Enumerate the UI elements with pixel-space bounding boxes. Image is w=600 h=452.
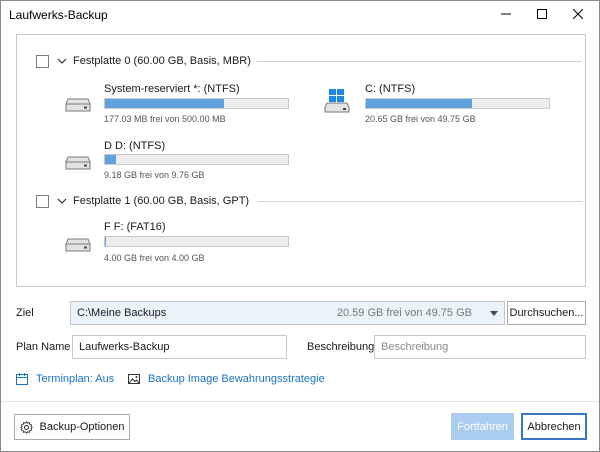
browse-button[interactable]: Durchsuchen...: [507, 301, 586, 325]
chevron-down-icon[interactable]: [57, 56, 67, 66]
partition-name: C: (NTFS): [365, 83, 416, 95]
plan-name-value: Laufwerks-Backup: [79, 341, 170, 353]
description-input[interactable]: Beschreibung: [374, 335, 586, 359]
partition-name: F F: (FAT16): [104, 221, 166, 233]
calendar-icon: [16, 373, 28, 385]
minimize-button[interactable]: [487, 1, 525, 27]
schedule-link[interactable]: Terminplan: Aus: [16, 373, 114, 385]
partition-usage-bar: [365, 98, 550, 109]
target-select[interactable]: C:\Meine Backups 20.59 GB frei von 49.75…: [70, 301, 505, 325]
disk-0-title: Festplatte 0 (60.00 GB, Basis, MBR): [73, 55, 251, 67]
title-bar: Laufwerks-Backup: [1, 1, 599, 28]
disk-0-divider: [257, 61, 582, 62]
partition-usage-bar: [104, 236, 289, 247]
disk-0-header: Festplatte 0 (60.00 GB, Basis, MBR): [36, 53, 251, 69]
partition-name: System-reserviert *: (NTFS): [104, 83, 240, 95]
minimize-icon: [501, 13, 511, 15]
partition-free-space: 20.65 GB frei von 49.75 GB: [365, 114, 476, 124]
disk-1-divider: [257, 201, 582, 202]
continue-button[interactable]: Fortfahren: [451, 413, 514, 440]
target-free-space: 20.59 GB frei von 49.75 GB: [336, 307, 472, 319]
drive-icon: [65, 238, 91, 252]
partition-usage-fill: [366, 99, 473, 108]
partition-usage-bar: [104, 98, 289, 109]
windows-drive-icon: [324, 89, 350, 113]
image-icon: [128, 374, 140, 384]
disk-1-header: Festplatte 1 (60.00 GB, Basis, GPT): [36, 193, 249, 209]
plan-name-input[interactable]: Laufwerks-Backup: [72, 335, 287, 359]
plan-name-label: Plan Name: [16, 341, 71, 353]
description-label: Beschreibung: [307, 341, 375, 353]
maximize-button[interactable]: [523, 1, 561, 27]
backup-options-label: Backup-Optionen: [39, 421, 125, 433]
partition-free-space: 9.18 GB frei von 9.76 GB: [104, 170, 205, 180]
partition-usage-fill: [105, 99, 224, 108]
maximize-icon: [537, 9, 547, 19]
cancel-button[interactable]: Abbrechen: [521, 413, 587, 440]
disk-1-title: Festplatte 1 (60.00 GB, Basis, GPT): [73, 195, 250, 207]
partition-usage-fill: [105, 155, 116, 164]
backup-options-button[interactable]: Backup-Optionen: [14, 414, 130, 440]
disk-1-checkbox[interactable]: [36, 194, 49, 208]
close-icon: [573, 9, 583, 19]
description-placeholder: Beschreibung: [381, 341, 449, 353]
disk-0-checkbox[interactable]: [36, 54, 49, 68]
target-path: C:\Meine Backups: [77, 307, 167, 319]
target-label: Ziel: [16, 307, 34, 319]
chevron-down-icon[interactable]: [57, 196, 67, 206]
schedule-link-text: Terminplan: Aus: [36, 373, 115, 385]
disk-list-panel: Festplatte 0 (60.00 GB, Basis, MBR) Syst…: [16, 34, 586, 287]
partition-usage-fill: [105, 237, 106, 246]
footer-divider: [1, 401, 599, 402]
partition-name: D D: (NTFS): [104, 140, 166, 152]
window-title: Laufwerks-Backup: [9, 8, 108, 22]
partition-free-space: 177.03 MB frei von 500.00 MB: [104, 114, 226, 124]
drive-icon: [65, 98, 91, 112]
dropdown-arrow-icon[interactable]: [484, 302, 504, 324]
partition-free-space: 4.00 GB frei von 4.00 GB: [104, 253, 205, 263]
close-button[interactable]: [559, 1, 597, 27]
drive-icon: [65, 156, 91, 170]
retention-link[interactable]: Backup Image Bewahrungsstrategie: [128, 373, 325, 385]
partition-usage-bar: [104, 154, 289, 165]
retention-link-text: Backup Image Bewahrungsstrategie: [148, 373, 325, 385]
backup-dialog: Laufwerks-Backup Festplatte 0 (60.00 GB,…: [0, 0, 600, 452]
gear-icon: [19, 420, 33, 434]
